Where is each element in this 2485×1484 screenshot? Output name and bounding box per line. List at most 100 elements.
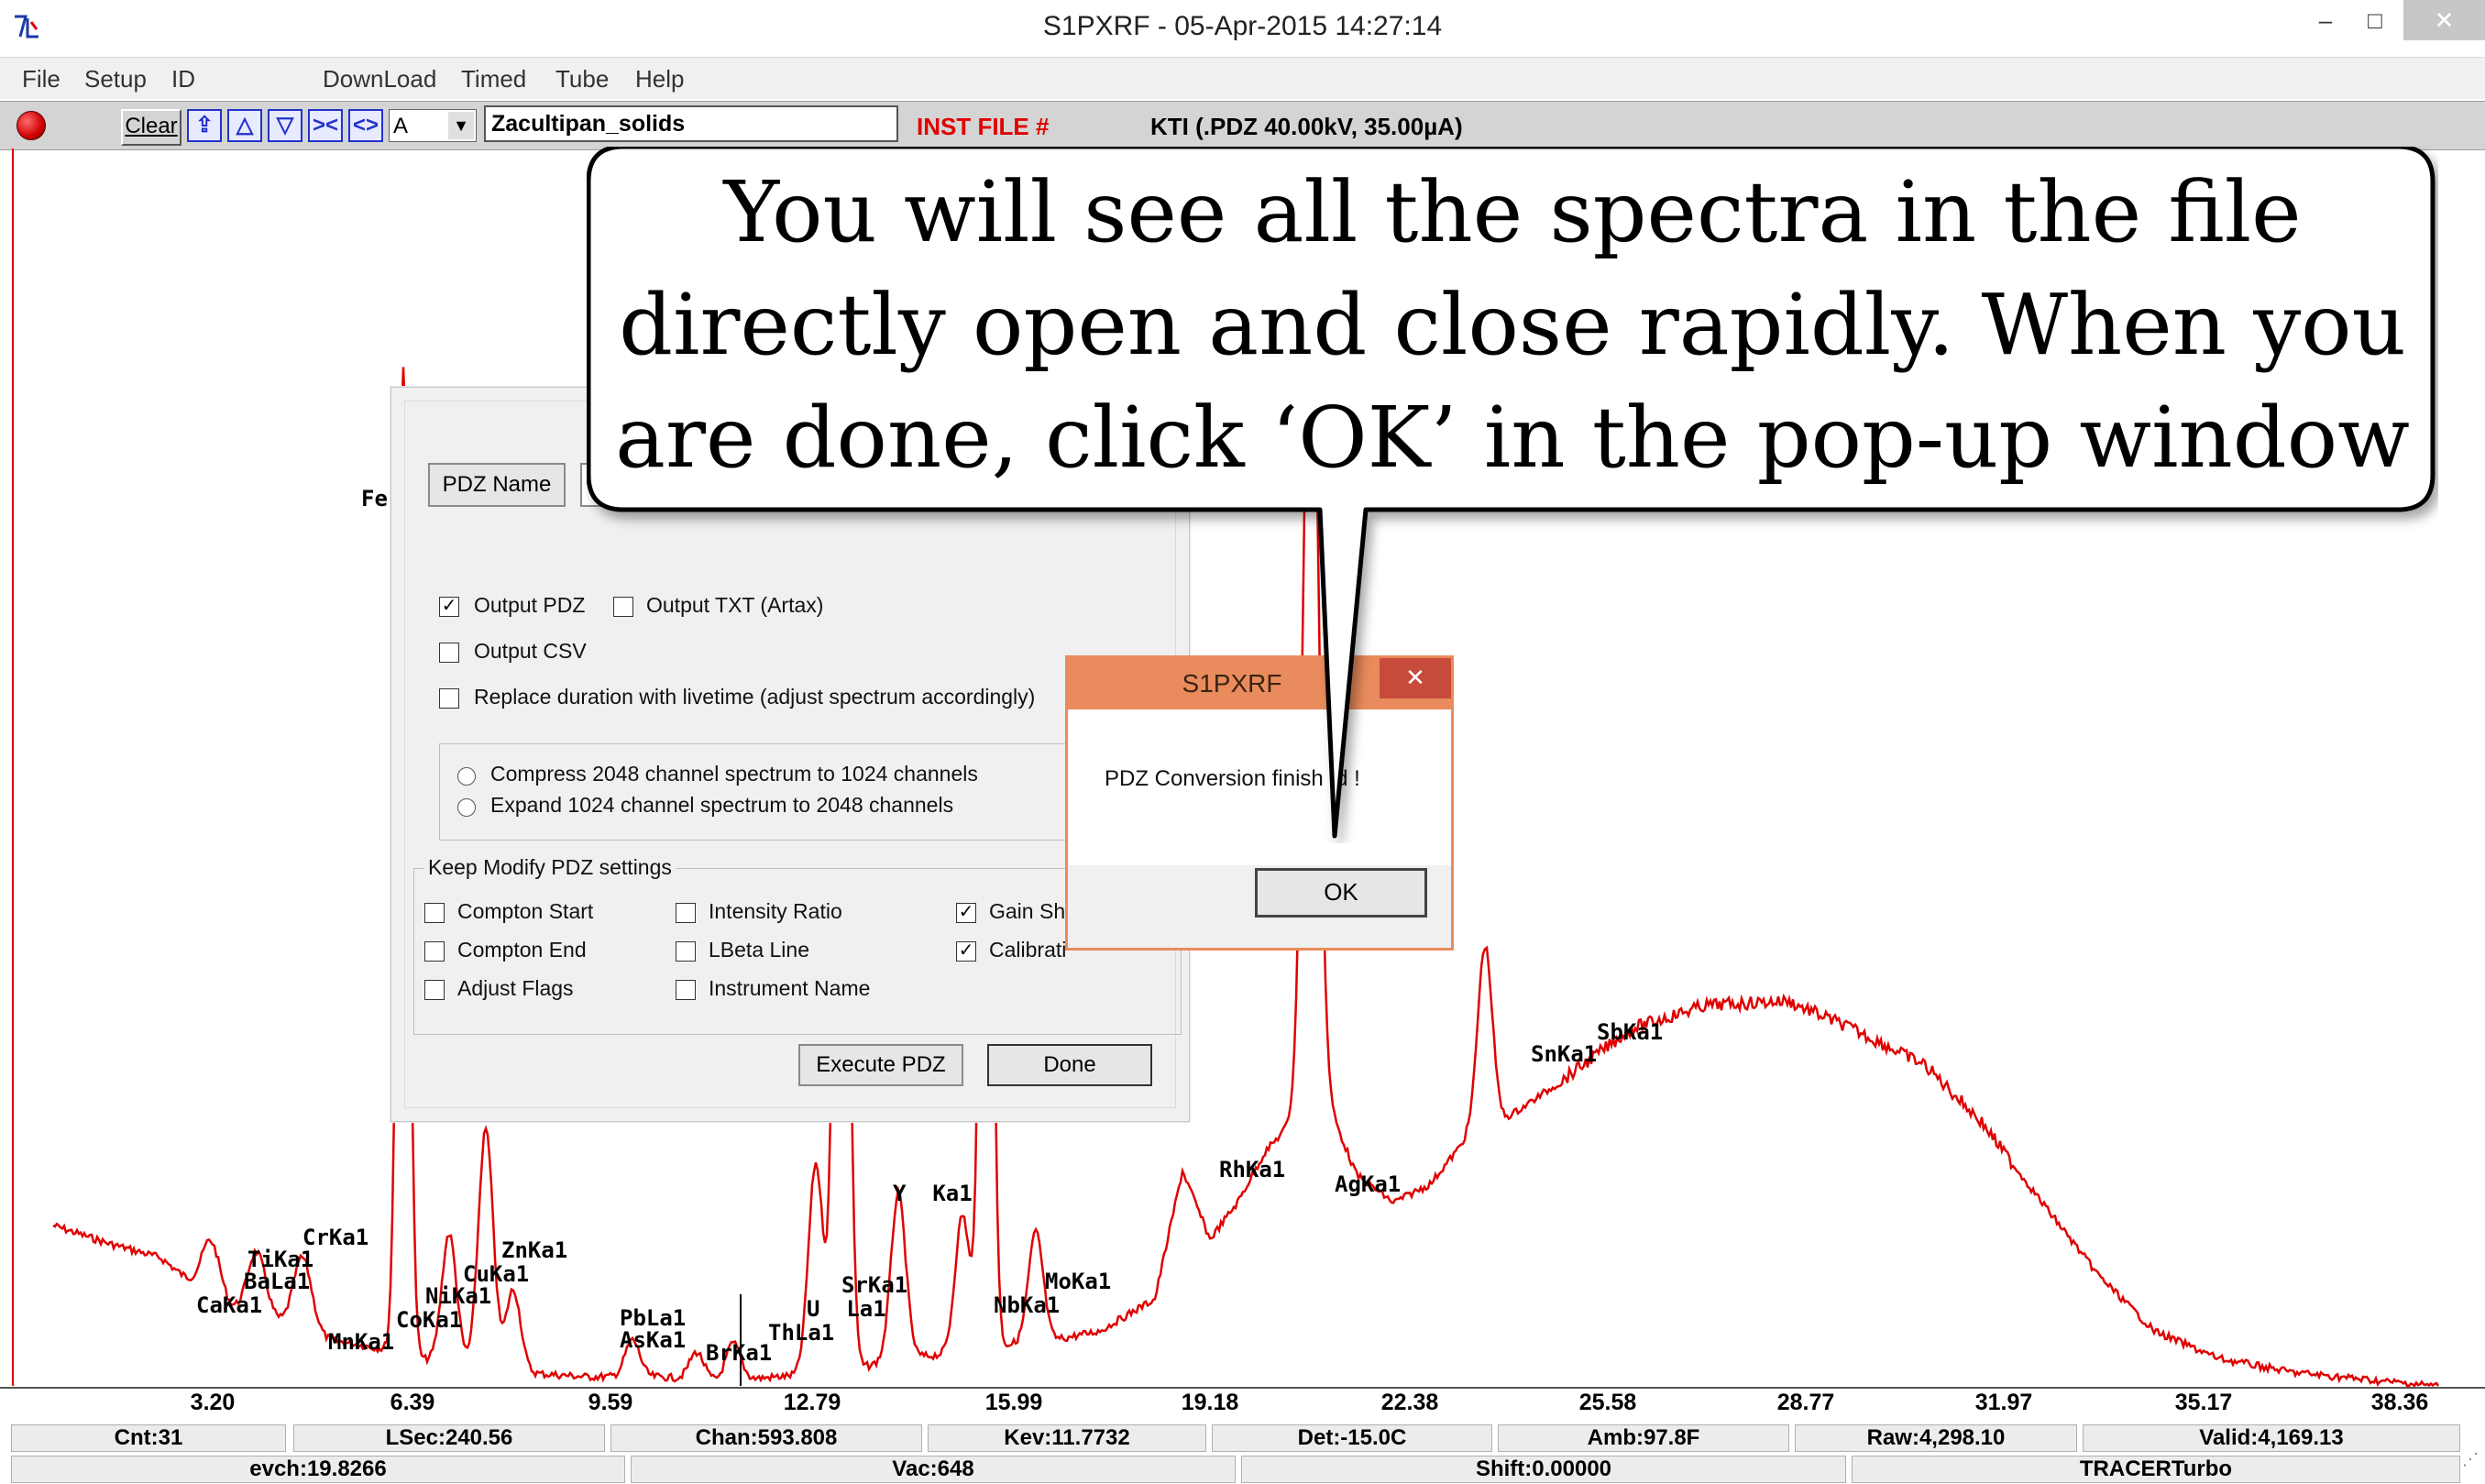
status-valid: Valid:4,169.13 bbox=[2083, 1424, 2460, 1452]
ok-button[interactable]: OK bbox=[1255, 868, 1427, 918]
gain-shift-label: Gain Sh bbox=[989, 899, 1066, 923]
status-evch: evch:19.8266 bbox=[11, 1456, 625, 1483]
status-det: Det:-15.0C bbox=[1212, 1424, 1492, 1452]
menu-bar: File Setup ID DownLoad Timed Tube Help bbox=[0, 58, 2485, 99]
x-tick: 9.59 bbox=[588, 1390, 633, 1415]
inst-file-label: INST FILE # bbox=[917, 113, 1050, 140]
output-csv-checkbox[interactable] bbox=[439, 643, 459, 663]
collapse-icon[interactable]: >< bbox=[308, 109, 343, 142]
element-label: AsKa1 bbox=[620, 1327, 687, 1353]
intensity-ratio-label: Intensity Ratio bbox=[709, 899, 842, 923]
expand-radio[interactable] bbox=[457, 798, 476, 817]
menu-timed[interactable]: Timed bbox=[461, 65, 526, 93]
status-amb: Amb:97.8F bbox=[1498, 1424, 1789, 1452]
intensity-ratio-checkbox[interactable] bbox=[676, 903, 696, 923]
x-tick: 3.20 bbox=[190, 1390, 236, 1415]
element-label: MnKa1 bbox=[328, 1329, 395, 1355]
output-pdz-checkbox[interactable]: ✓ bbox=[439, 597, 459, 617]
lbeta-line-checkbox[interactable] bbox=[676, 941, 696, 962]
compress-radio[interactable] bbox=[457, 767, 476, 786]
callout-line-2: directly open and close rapidly. When yo… bbox=[619, 276, 2406, 374]
pdz-name-button[interactable]: PDZ Name bbox=[428, 463, 566, 507]
element-label: BaLa1 bbox=[244, 1269, 311, 1294]
x-tick: 22.38 bbox=[1380, 1390, 1439, 1415]
callout-text: You will see all the spectra in the file… bbox=[596, 156, 2429, 494]
instrument-name-label: Instrument Name bbox=[709, 976, 871, 1000]
element-label: Y Ka1 bbox=[893, 1181, 973, 1206]
title-bar: S1PXRF - 05-Apr-2015 14:27:14 – □ ✕ bbox=[0, 0, 2485, 58]
execute-pdz-button[interactable]: Execute PDZ bbox=[798, 1044, 963, 1086]
x-tick: 38.36 bbox=[2370, 1390, 2429, 1415]
x-tick: 6.39 bbox=[390, 1390, 435, 1415]
status-cnt: Cnt:31 bbox=[11, 1424, 286, 1452]
element-label: SbKa1 bbox=[1597, 1019, 1664, 1045]
home-up-icon[interactable]: ⇪ bbox=[187, 109, 222, 142]
lbeta-line-label: LBeta Line bbox=[709, 938, 809, 962]
status-shift: Shift:0.00000 bbox=[1241, 1456, 1846, 1483]
maximize-button[interactable]: □ bbox=[2347, 0, 2403, 40]
chevron-down-icon[interactable]: ▼ bbox=[448, 112, 474, 139]
compton-start-checkbox[interactable] bbox=[424, 903, 445, 923]
adjust-flags-checkbox[interactable] bbox=[424, 980, 445, 1000]
element-label: CuKa1 bbox=[463, 1261, 530, 1287]
channel-select[interactable]: A ▼ bbox=[389, 109, 477, 142]
status-lsec: LSec:240.56 bbox=[293, 1424, 605, 1452]
element-label: SrKa1 bbox=[841, 1272, 908, 1298]
menu-help[interactable]: Help bbox=[635, 65, 684, 93]
x-tick: 25.58 bbox=[1578, 1390, 1637, 1415]
output-pdz-label: Output PDZ bbox=[474, 593, 586, 617]
replace-duration-checkbox[interactable] bbox=[439, 688, 459, 709]
element-label: CaKa1 bbox=[196, 1292, 263, 1318]
output-csv-label: Output CSV bbox=[474, 639, 587, 663]
x-tick: 19.18 bbox=[1181, 1390, 1239, 1415]
callout-line-3: are done, click ‘OK’ in the pop-up windo… bbox=[615, 389, 2410, 487]
calibration-label: Calibrati bbox=[989, 938, 1067, 962]
element-label: SnKa1 bbox=[1531, 1041, 1598, 1067]
x-tick: 35.17 bbox=[2174, 1390, 2233, 1415]
element-label: MoKa1 bbox=[1045, 1269, 1112, 1294]
tube-info: KTI (.PDZ 40.00kV, 35.00µA) bbox=[1150, 113, 1463, 140]
element-label: NbKa1 bbox=[994, 1292, 1061, 1318]
callout-line-1: You will see all the spectra in the file bbox=[723, 163, 2302, 261]
element-label: NiKa1 bbox=[425, 1283, 492, 1309]
element-label: Fe bbox=[361, 486, 388, 511]
menu-file[interactable]: File bbox=[22, 65, 60, 93]
file-name-input[interactable]: Zacultipan_solids bbox=[484, 105, 898, 142]
menu-setup[interactable]: Setup bbox=[84, 65, 147, 93]
arrow-up-icon[interactable]: △ bbox=[227, 109, 262, 142]
status-kev: Kev:11.7732 bbox=[928, 1424, 1206, 1452]
menu-tube[interactable]: Tube bbox=[555, 65, 609, 93]
gain-shift-checkbox[interactable]: ✓ bbox=[956, 903, 976, 923]
compton-start-label: Compton Start bbox=[457, 899, 594, 923]
adjust-flags-label: Adjust Flags bbox=[457, 976, 574, 1000]
close-button[interactable]: ✕ bbox=[2403, 0, 2485, 40]
arrow-down-icon[interactable]: ▽ bbox=[268, 109, 302, 142]
menu-id[interactable]: ID bbox=[171, 65, 195, 93]
done-button[interactable]: Done bbox=[987, 1044, 1152, 1086]
element-label: ThLa1 bbox=[768, 1320, 835, 1346]
keep-modify-title: Keep Modify PDZ settings bbox=[424, 855, 676, 880]
status-vac: Vac:648 bbox=[631, 1456, 1236, 1483]
toolbar: Clear ⇪ △ ▽ >< <> A ▼ Zacultipan_solids … bbox=[0, 101, 2485, 150]
x-tick: 12.79 bbox=[783, 1390, 841, 1415]
clear-button[interactable]: Clear bbox=[121, 109, 181, 146]
element-label: BrKa1 bbox=[706, 1340, 773, 1366]
window-title: S1PXRF - 05-Apr-2015 14:27:14 bbox=[1042, 11, 1443, 41]
resize-grip-icon[interactable]: ⋰ bbox=[2462, 1450, 2480, 1478]
element-label: ZnKa1 bbox=[501, 1237, 568, 1263]
minimize-button[interactable]: – bbox=[2297, 0, 2354, 40]
x-tick: 15.99 bbox=[984, 1390, 1043, 1415]
calibration-checkbox[interactable]: ✓ bbox=[956, 941, 976, 962]
element-label: U La1 bbox=[807, 1296, 886, 1322]
x-tick: 31.97 bbox=[1974, 1390, 2033, 1415]
element-label: RhKa1 bbox=[1219, 1157, 1286, 1182]
menu-download[interactable]: DownLoad bbox=[323, 65, 436, 93]
status-model: TRACERTurbo bbox=[1852, 1456, 2460, 1483]
status-raw: Raw:4,298.10 bbox=[1795, 1424, 2077, 1452]
instrument-name-checkbox[interactable] bbox=[676, 980, 696, 1000]
element-label: AgKa1 bbox=[1335, 1171, 1402, 1197]
record-indicator-icon[interactable] bbox=[16, 111, 46, 140]
expand-icon[interactable]: <> bbox=[348, 109, 383, 142]
element-label: CoKa1 bbox=[396, 1307, 463, 1333]
compton-end-checkbox[interactable] bbox=[424, 941, 445, 962]
